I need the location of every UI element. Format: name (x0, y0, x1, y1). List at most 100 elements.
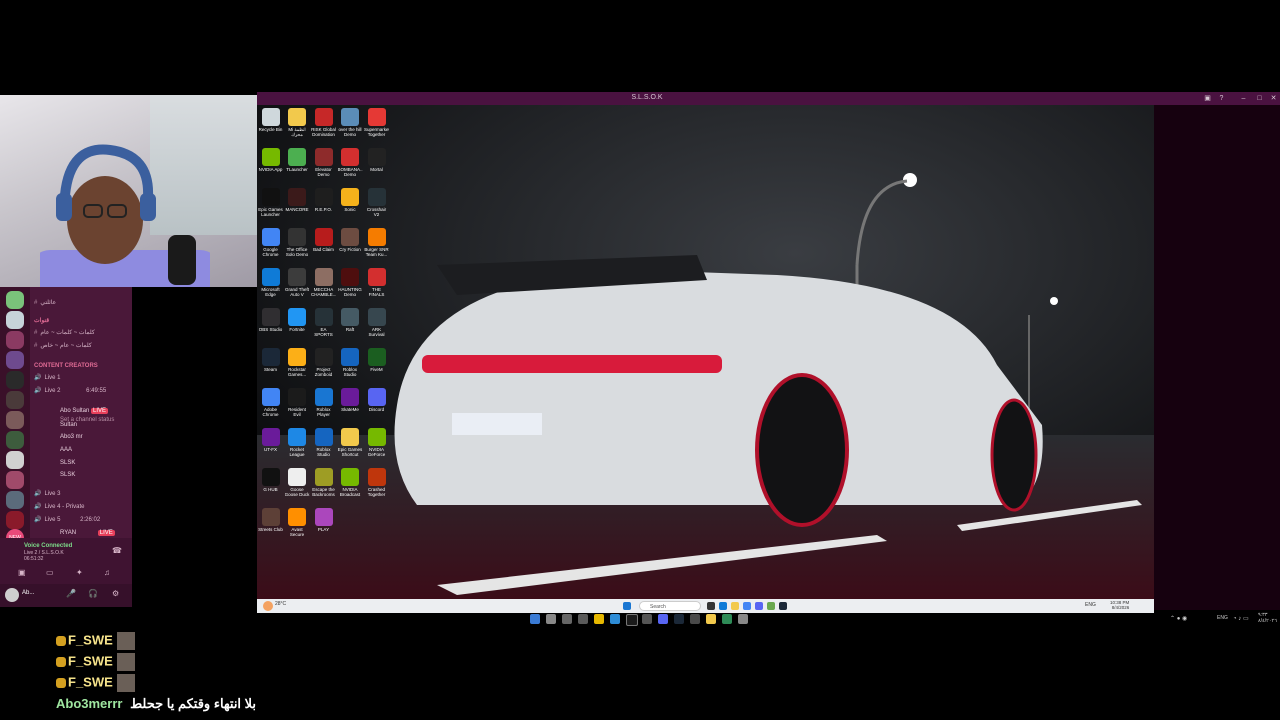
steam-icon[interactable] (674, 614, 684, 624)
maximize-button[interactable]: □ (1255, 94, 1264, 103)
desktop-icon[interactable]: Supermarket Together (364, 108, 389, 137)
explorer-icon[interactable] (731, 602, 739, 610)
desktop-icon[interactable]: THE FINALS (364, 268, 389, 297)
channel-item[interactable]: # كلمات ~ عام ~ خاص (34, 342, 92, 349)
desktop-icon[interactable]: Discord (364, 388, 389, 417)
language-indicator[interactable]: ENG (1217, 615, 1228, 621)
server-icon[interactable] (6, 391, 24, 409)
desktop-icon[interactable]: Steam (258, 348, 283, 377)
desktop-icon[interactable]: NVIDIA GeForce (364, 428, 389, 457)
app-icon[interactable] (594, 614, 604, 624)
disconnect-icon[interactable]: ☎ (112, 546, 122, 555)
desktop-icon[interactable]: Escape the Backrooms (311, 468, 336, 497)
app-icon[interactable] (626, 614, 638, 626)
start-icon[interactable] (530, 614, 540, 624)
channel-category[interactable]: CONTENT CREATORS (34, 363, 98, 369)
edge-icon[interactable] (719, 602, 727, 610)
app-icon[interactable] (738, 614, 748, 624)
tray-icons[interactable]: ⌃ ● ◉ (1170, 615, 1187, 622)
discord-icon[interactable] (755, 602, 763, 610)
server-icon[interactable] (6, 491, 24, 509)
server-icon[interactable] (6, 511, 24, 529)
desktop-icon[interactable]: Mi أنظمة محرك (285, 108, 310, 137)
server-icon[interactable] (6, 371, 24, 389)
desktop-icon[interactable]: The Office Solo Demo (285, 228, 310, 257)
help-icon[interactable]: ? (1217, 94, 1226, 103)
mic-icon[interactable]: 🎤 (66, 589, 76, 598)
desktop-icon[interactable]: Fortnite (285, 308, 310, 337)
voice-user[interactable]: Abo3 mr (60, 434, 83, 440)
server-icon[interactable] (6, 351, 24, 369)
desktop-icon[interactable]: Epic Games Shortcut (338, 428, 363, 457)
desktop-icon[interactable]: Avast Secure Booster (285, 508, 310, 537)
desktop-icon[interactable]: Microsoft Edge (258, 268, 283, 297)
desktop-icon[interactable]: TLauncher (285, 148, 310, 177)
channel-item[interactable]: # كلمات ~ كلمات ~ عام (34, 329, 95, 336)
desktop-icon[interactable]: HAUNTING Demo (338, 268, 363, 297)
desktop-icon[interactable]: MANCORE (285, 188, 310, 217)
server-icon[interactable] (6, 311, 24, 329)
desktop-icon[interactable]: Cry Fiction (338, 228, 363, 257)
desktop-icon[interactable]: BOMBANA... Demo (338, 148, 363, 177)
remote-desktop[interactable]: Recycle Bin Mi أنظمة محرك RISK Global Domi… (257, 105, 1154, 599)
network-icon[interactable]: ◔ ♪ ▭ (1233, 615, 1249, 622)
desktop-icon[interactable]: ARK Survival Evolved (364, 308, 389, 337)
voice-user[interactable]: SLSK (60, 460, 75, 466)
discord-icon[interactable] (658, 614, 668, 624)
explorer-icon[interactable] (706, 614, 716, 624)
desktop-icon[interactable]: Roblox Player (311, 388, 336, 417)
desktop-icon[interactable]: RISK Global Domination (311, 108, 336, 137)
server-icon[interactable] (6, 411, 24, 429)
desktop-icon[interactable]: Crashed Together (364, 468, 389, 497)
server-icon[interactable] (6, 451, 24, 469)
close-button[interactable]: ✕ (1269, 94, 1278, 103)
desktop-icon[interactable]: G HUB (258, 468, 283, 497)
voice-user[interactable]: Sultan (60, 422, 77, 428)
desktop-icon[interactable]: Goose Goose Duck (285, 468, 310, 497)
voice-user[interactable]: Abo Sultan LIVE (60, 408, 109, 414)
app-icon[interactable] (722, 614, 732, 624)
desktop-icon[interactable]: Grand Theft Auto V (285, 268, 310, 297)
server-icon[interactable] (6, 431, 24, 449)
desktop-icon[interactable]: Burger SNR Team Ku... (364, 228, 389, 257)
start-icon[interactable] (623, 602, 631, 610)
voice-user[interactable]: RYAN LIVE (60, 530, 115, 536)
desktop-icon[interactable]: NVIDIA Broadcast (338, 468, 363, 497)
desktop-icon[interactable]: Recycle Bin (258, 108, 283, 137)
headphones-icon[interactable]: 🎧 (88, 589, 98, 598)
desktop-icon[interactable]: UT-FX (258, 428, 283, 457)
chrome-icon[interactable] (743, 602, 751, 610)
weather-temp[interactable]: 28°C (275, 601, 286, 607)
desktop-icon[interactable]: SkateMe (338, 388, 363, 417)
app-icon[interactable] (690, 614, 700, 624)
voice-channel[interactable]: 🔊 Live 4 - Private (34, 503, 85, 510)
steam-icon[interactable] (779, 602, 787, 610)
server-icon[interactable] (6, 471, 24, 489)
desktop-icon[interactable]: Mortal (364, 148, 389, 177)
language-indicator[interactable]: ENG (1085, 602, 1096, 608)
voice-channel[interactable]: 🔊 Live 5 2:26:02 (34, 516, 100, 523)
desktop-icon[interactable]: Resident Evil (285, 388, 310, 417)
channel-category[interactable]: قنوات (34, 317, 49, 324)
activity-icon[interactable]: ✦ (76, 568, 83, 577)
desktop-icon[interactable]: Rockstar Games... (285, 348, 310, 377)
voice-channel[interactable]: 🔊 Live 3 (34, 490, 61, 497)
search-input[interactable]: Search (639, 601, 701, 611)
desktop-icon[interactable]: over the hill Demo (338, 108, 363, 137)
weather-icon[interactable] (263, 601, 273, 611)
avatar[interactable] (5, 588, 19, 602)
desktop-icon[interactable]: FiveM (364, 348, 389, 377)
soundboard-icon[interactable]: ♫ (104, 568, 110, 577)
app-icon[interactable] (642, 614, 652, 624)
app-icon[interactable] (578, 614, 588, 624)
desktop-icon[interactable]: Crosshair V2 (364, 188, 389, 217)
desktop-icon[interactable]: Google Chrome (258, 228, 283, 257)
voice-channel[interactable]: 🔊 Live 1 (34, 374, 61, 381)
desktop-icon[interactable]: MECCHA CHAMBLE... (311, 268, 336, 297)
display-icon[interactable]: ▣ (1203, 94, 1212, 103)
server-icon[interactable] (6, 291, 24, 309)
app-icon[interactable] (610, 614, 620, 624)
channel-item[interactable]: # عائلتي (34, 299, 56, 306)
search-icon[interactable] (546, 614, 556, 624)
desktop-icon[interactable]: Streets Club (258, 508, 283, 537)
